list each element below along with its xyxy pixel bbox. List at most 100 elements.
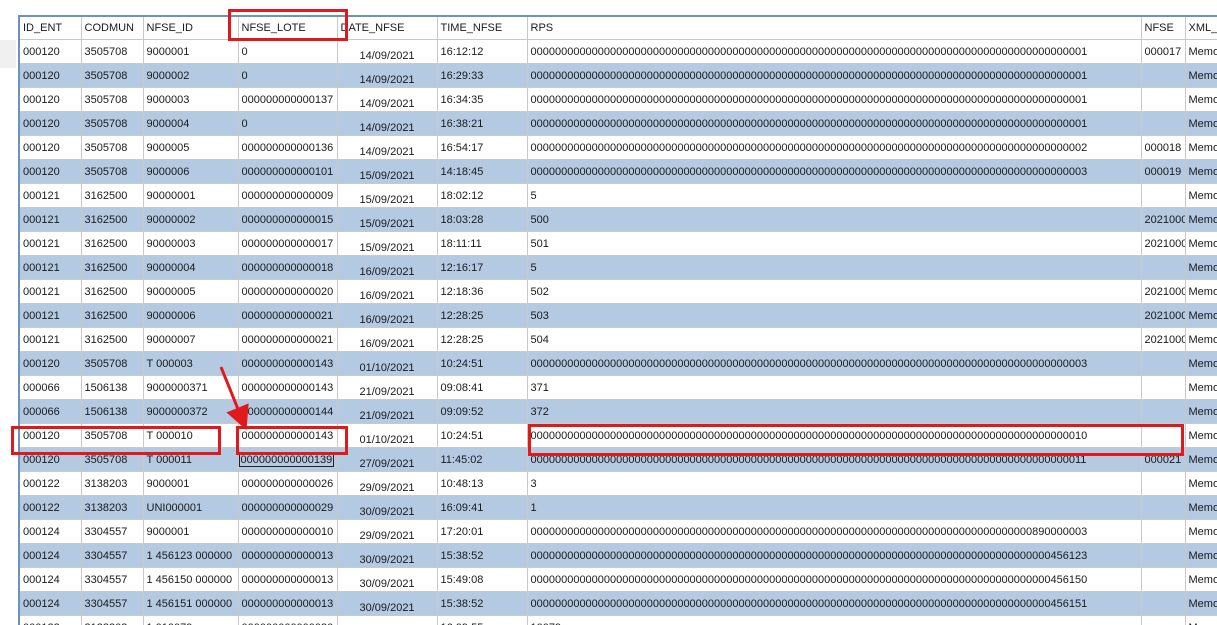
column-header-nfse[interactable]: NFSE bbox=[1141, 17, 1186, 40]
cell-codmun[interactable]: 3505708 bbox=[81, 135, 144, 160]
table-row[interactable]: 00012231382031 01007900000000000003030/0… bbox=[20, 615, 1217, 625]
cell-codmun[interactable]: 3138203 bbox=[81, 471, 144, 496]
cell-nfse-lote[interactable]: 000000000000013 bbox=[238, 567, 338, 592]
cell-nfse-id[interactable]: 1 456150 000000 bbox=[143, 567, 239, 592]
cell-xml-i[interactable]: Memo bbox=[1185, 351, 1217, 376]
cell-rps[interactable]: 0000000000000000000000000000000000000000… bbox=[527, 567, 1142, 592]
cell-codmun[interactable]: 3162500 bbox=[81, 279, 144, 304]
cell-codmun[interactable]: 3304557 bbox=[81, 591, 144, 616]
cell-codmun[interactable]: 3304557 bbox=[81, 519, 144, 544]
cell-codmun[interactable]: 3304557 bbox=[81, 543, 144, 568]
cell-rps[interactable]: 501 bbox=[527, 231, 1142, 256]
cell-xml-i[interactable]: Memo bbox=[1185, 519, 1217, 544]
cell-time-nfse[interactable]: 17:20:01 bbox=[437, 519, 528, 544]
cell-codmun[interactable]: 3505708 bbox=[81, 447, 144, 472]
focused-cell-value[interactable]: 000000000000139 bbox=[238, 452, 335, 467]
column-header-id-ent[interactable]: ID_ENT bbox=[20, 17, 82, 40]
cell-rps[interactable]: 5 bbox=[527, 183, 1142, 208]
cell-id-ent[interactable]: 000121 bbox=[20, 207, 82, 232]
cell-nfse-lote[interactable]: 000000000000021 bbox=[238, 303, 338, 328]
cell-xml-i[interactable]: Memo bbox=[1185, 255, 1217, 280]
cell-nfse-lote[interactable]: 000000000000026 bbox=[238, 471, 338, 496]
cell-nfse[interactable]: 2021000 bbox=[1141, 303, 1186, 328]
cell-nfse-lote[interactable]: 000000000000013 bbox=[238, 543, 338, 568]
cell-nfse-id[interactable]: 90000006 bbox=[143, 303, 239, 328]
cell-nfse[interactable]: 000021 bbox=[1141, 447, 1186, 472]
cell-nfse-id[interactable]: 9000005 bbox=[143, 135, 239, 160]
cell-time-nfse[interactable]: 16:54:17 bbox=[437, 135, 528, 160]
cell-date-nfse[interactable]: 14/09/2021 bbox=[337, 39, 438, 64]
cell-id-ent[interactable]: 000066 bbox=[20, 399, 82, 424]
cell-time-nfse[interactable]: 16:29:33 bbox=[437, 63, 528, 88]
column-header-nfse-id[interactable]: NFSE_ID bbox=[143, 17, 239, 40]
cell-xml-i[interactable]: Memo bbox=[1185, 87, 1217, 112]
cell-rps[interactable]: 504 bbox=[527, 327, 1142, 352]
cell-nfse-id[interactable]: 90000004 bbox=[143, 255, 239, 280]
cell-time-nfse[interactable]: 12:28:25 bbox=[437, 303, 528, 328]
cell-rps[interactable]: 0000000000000000000000000000000000000000… bbox=[527, 447, 1142, 472]
cell-rps[interactable]: 0000000000000000000000000000000000000000… bbox=[527, 39, 1142, 64]
cell-date-nfse[interactable]: 29/09/2021 bbox=[337, 471, 438, 496]
cell-id-ent[interactable]: 000120 bbox=[20, 39, 82, 64]
cell-rps[interactable]: 0000000000000000000000000000000000000000… bbox=[527, 543, 1142, 568]
cell-nfse-lote[interactable]: 000000000000013 bbox=[238, 591, 338, 616]
cell-time-nfse[interactable]: 10:24:51 bbox=[437, 351, 528, 376]
cell-xml-i[interactable]: Memo bbox=[1185, 111, 1217, 136]
cell-id-ent[interactable]: 000124 bbox=[20, 567, 82, 592]
cell-id-ent[interactable]: 000122 bbox=[20, 615, 82, 625]
cell-nfse-lote[interactable]: 000000000000143 bbox=[238, 351, 338, 376]
cell-nfse[interactable]: 2021000 bbox=[1141, 279, 1186, 304]
cell-rps[interactable]: 0000000000000000000000000000000000000000… bbox=[527, 87, 1142, 112]
cell-date-nfse[interactable]: 27/09/2021 bbox=[337, 447, 438, 472]
cell-nfse-id[interactable]: UNI000001 bbox=[143, 495, 239, 520]
cell-xml-i[interactable]: Memo bbox=[1185, 543, 1217, 568]
cell-nfse-id[interactable]: 9000002 bbox=[143, 63, 239, 88]
table-row[interactable]: 000124 3304557 1 456151 000000 000000000000… bbox=[20, 591, 1217, 616]
cell-codmun[interactable]: 3138203 bbox=[81, 495, 144, 520]
cell-nfse[interactable] bbox=[1141, 375, 1186, 400]
cell-nfse[interactable]: 2021000 bbox=[1141, 231, 1186, 256]
cell-nfse-lote[interactable]: 000000000000139 bbox=[238, 447, 338, 472]
cell-time-nfse[interactable]: 10:48:13 bbox=[437, 471, 528, 496]
cell-date-nfse[interactable]: 01/10/2021 bbox=[337, 423, 438, 448]
cell-codmun[interactable]: 3505708 bbox=[81, 351, 144, 376]
cell-rps[interactable]: 0000000000000000000000000000000000000000… bbox=[527, 135, 1142, 160]
cell-nfse-lote[interactable]: 0 bbox=[238, 111, 338, 136]
cell-date-nfse[interactable]: 15/09/2021 bbox=[337, 231, 438, 256]
cell-codmun[interactable]: 3162500 bbox=[81, 183, 144, 208]
cell-xml-i[interactable]: Memo bbox=[1185, 183, 1217, 208]
cell-rps[interactable]: 5 bbox=[527, 255, 1142, 280]
cell-xml-i[interactable]: Memo bbox=[1185, 567, 1217, 592]
cell-date-nfse[interactable]: 14/09/2021 bbox=[337, 111, 438, 136]
cell-xml-i[interactable]: Memo bbox=[1185, 39, 1217, 64]
cell-time-nfse[interactable]: 12:28:25 bbox=[437, 327, 528, 352]
cell-nfse[interactable] bbox=[1141, 255, 1186, 280]
cell-id-ent[interactable]: 000120 bbox=[20, 87, 82, 112]
cell-date-nfse[interactable]: 14/09/2021 bbox=[337, 87, 438, 112]
cell-nfse-id[interactable]: 9000001 bbox=[143, 471, 239, 496]
cell-xml-i[interactable]: Memo bbox=[1185, 399, 1217, 424]
cell-nfse-lote[interactable]: 000000000000009 bbox=[238, 183, 338, 208]
cell-nfse-id[interactable]: 1 010079 bbox=[143, 615, 239, 625]
cell-codmun[interactable]: 3505708 bbox=[81, 159, 144, 184]
cell-codmun[interactable]: 3162500 bbox=[81, 255, 144, 280]
cell-codmun[interactable]: 3138203 bbox=[81, 615, 144, 625]
cell-xml-i[interactable]: Memo bbox=[1185, 135, 1217, 160]
cell-rps[interactable]: 0000000000000000000000000000000000000000… bbox=[527, 519, 1142, 544]
cell-rps[interactable]: 371 bbox=[527, 375, 1142, 400]
cell-xml-i[interactable]: Memo bbox=[1185, 63, 1217, 88]
table-row[interactable]: 000120 3505708 9000004 0 14/09/2021 16:38:21 0… bbox=[20, 111, 1217, 136]
cell-date-nfse[interactable]: 30/09/2021 bbox=[337, 567, 438, 592]
cell-nfse[interactable] bbox=[1141, 183, 1186, 208]
cell-date-nfse[interactable]: 21/09/2021 bbox=[337, 399, 438, 424]
cell-time-nfse[interactable]: 15:38:52 bbox=[437, 591, 528, 616]
cell-nfse[interactable] bbox=[1141, 399, 1186, 424]
cell-time-nfse[interactable]: 15:49:08 bbox=[437, 567, 528, 592]
cell-codmun[interactable]: 1506138 bbox=[81, 375, 144, 400]
table-row[interactable]: 000122 3138203 9000001 000000000000026 29/09… bbox=[20, 471, 1217, 496]
cell-id-ent[interactable]: 000124 bbox=[20, 519, 82, 544]
cell-date-nfse[interactable]: 30/09/2021 bbox=[337, 615, 438, 625]
cell-id-ent[interactable]: 000121 bbox=[20, 255, 82, 280]
cell-nfse[interactable] bbox=[1141, 471, 1186, 496]
cell-nfse[interactable]: 000018 bbox=[1141, 135, 1186, 160]
